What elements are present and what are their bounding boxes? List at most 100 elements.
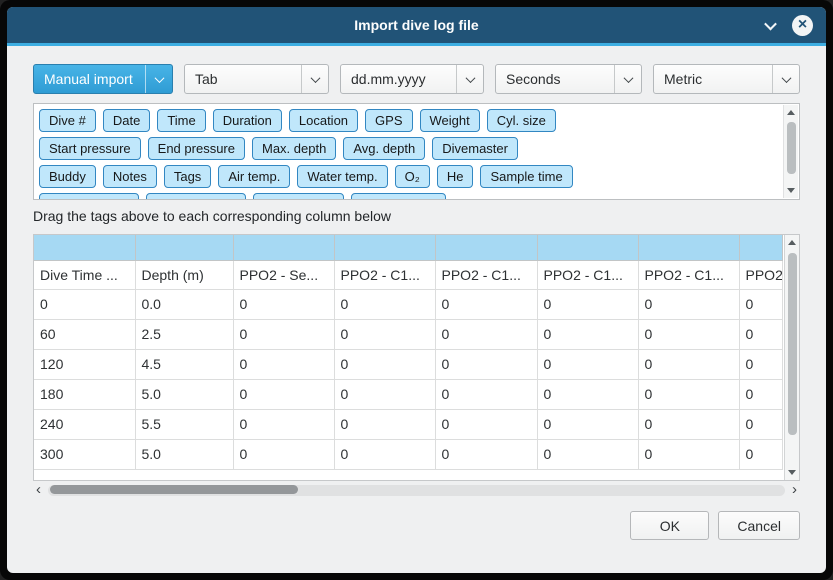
table-cell: 0 [233,289,334,319]
column-drop-target[interactable] [34,235,135,260]
table-cell: 60 [34,319,135,349]
field-tag[interactable]: O₂ [395,165,430,188]
tag-rows: Dive # Date Time Duration Location GPS Weight C… [39,109,778,199]
close-icon[interactable]: × [792,15,813,36]
field-tag[interactable]: Weight [420,109,480,132]
scroll-up-icon[interactable] [788,240,796,245]
field-tag[interactable]: Sample time [480,165,572,188]
combo-date-format[interactable]: dd.mm.yyyy [340,64,484,94]
table-cell: 0 [435,319,537,349]
field-tag[interactable]: Duration [213,109,282,132]
shade-chevron-down-icon[interactable] [764,17,777,30]
field-tag[interactable]: Sample temp. [146,193,246,199]
tagbox-scrollbar[interactable] [783,105,798,198]
field-tag[interactable]: Time [157,109,205,132]
table-cell: 5.5 [135,409,233,439]
scrollbar-thumb[interactable] [50,485,298,494]
window-title: Import dive log file [7,17,826,33]
field-tag[interactable]: Sample pO₂ [253,193,343,199]
field-tag[interactable]: Dive # [39,109,96,132]
column-header: PPO2 - C1... [537,260,638,289]
table-cell: 0 [739,319,783,349]
combo-units[interactable]: Metric [653,64,800,94]
tag-row: Buddy Notes Tags Air temp. Water temp. O₂ He Sa… [39,165,778,188]
tag-row: Dive # Date Time Duration Location GPS Weight C… [39,109,778,132]
column-drop-target[interactable] [334,235,435,260]
table-cell: 0 [233,349,334,379]
table-cell: 0 [334,349,435,379]
column-header: PPO2 - C1... [334,260,435,289]
field-tag[interactable]: Buddy [39,165,96,188]
table-cell: 0 [334,379,435,409]
column-drop-target[interactable] [739,235,783,260]
table-cell: 0 [233,439,334,469]
scrollbar-thumb[interactable] [787,122,796,174]
table-cell: 0 [233,409,334,439]
column-drop-target[interactable] [435,235,537,260]
table-cell: 0 [435,379,537,409]
cancel-button[interactable]: Cancel [718,511,800,540]
field-tag[interactable]: Sample depth [39,193,139,199]
field-tag[interactable]: Air temp. [218,165,290,188]
scroll-right-icon[interactable]: › [792,482,797,498]
table-vscrollbar[interactable] [784,235,799,480]
table-cell: 0 [638,379,739,409]
table-row: 602.5000000 [34,319,783,349]
ok-button[interactable]: OK [630,511,709,540]
field-tag[interactable]: Start pressure [39,137,141,160]
table-cell: 0 [537,409,638,439]
window-frame: Import dive log file × Manual import Tab… [0,0,833,580]
field-tag[interactable]: Notes [103,165,157,188]
column-drop-target[interactable] [233,235,334,260]
chevron-down-icon [772,65,799,93]
field-tag[interactable]: GPS [365,109,412,132]
table-row: 3005.0000000 [34,439,783,469]
table-cell: 0 [435,439,537,469]
chevron-down-icon [145,65,172,93]
table-cell: 0 [435,409,537,439]
scroll-down-icon[interactable] [787,188,795,193]
column-drop-target[interactable] [135,235,233,260]
table-cell: 5.0 [135,439,233,469]
table-cell: 0 [233,379,334,409]
field-tag[interactable]: Water temp. [297,165,387,188]
titlebar[interactable]: Import dive log file × [7,7,826,43]
table-cell: 0 [435,349,537,379]
field-tag[interactable]: Divemaster [432,137,518,160]
table-row: 1805.0000000 [34,379,783,409]
combo-field-separator[interactable]: Tab [184,64,329,94]
field-tag[interactable]: He [437,165,474,188]
scroll-down-icon[interactable] [788,470,796,475]
table-cell: 0 [334,439,435,469]
field-tag[interactable]: Tags [164,165,211,188]
table-cell: 0 [233,319,334,349]
column-drop-target[interactable] [638,235,739,260]
table-cell: 0 [537,319,638,349]
table-cell: 0 [334,319,435,349]
column-drop-target[interactable] [537,235,638,260]
table-cell: 0 [638,319,739,349]
combo-duration-format[interactable]: Seconds [495,64,642,94]
table-cell: 0 [334,289,435,319]
table-cell: 0 [739,379,783,409]
scroll-up-icon[interactable] [787,110,795,115]
field-tag[interactable]: Cyl. size [487,109,556,132]
instruction-label: Drag the tags above to each correspondin… [33,208,800,228]
import-options-row: Manual import Tab dd.mm.yyyy Seconds Met… [33,64,800,94]
field-tag[interactable]: End pressure [148,137,245,160]
field-tag[interactable]: Avg. depth [343,137,425,160]
table-cell: 240 [34,409,135,439]
field-tag[interactable]: Sample CNS [351,193,446,199]
table-cell: 0 [34,289,135,319]
table-cell: 0 [739,439,783,469]
scroll-left-icon[interactable]: ‹ [36,482,41,498]
table-hscrollbar[interactable]: ‹ › [33,484,800,498]
column-header: PPO2 - C1... [638,260,739,289]
tag-row: Sample depth Sample temp. Sample pO₂ Sample… [39,193,778,199]
field-tag[interactable]: Max. depth [252,137,336,160]
scrollbar-thumb[interactable] [788,253,797,435]
combo-import-mode[interactable]: Manual import [33,64,173,94]
field-tag[interactable]: Location [289,109,358,132]
drop-target-row [34,235,783,260]
field-tag[interactable]: Date [103,109,150,132]
